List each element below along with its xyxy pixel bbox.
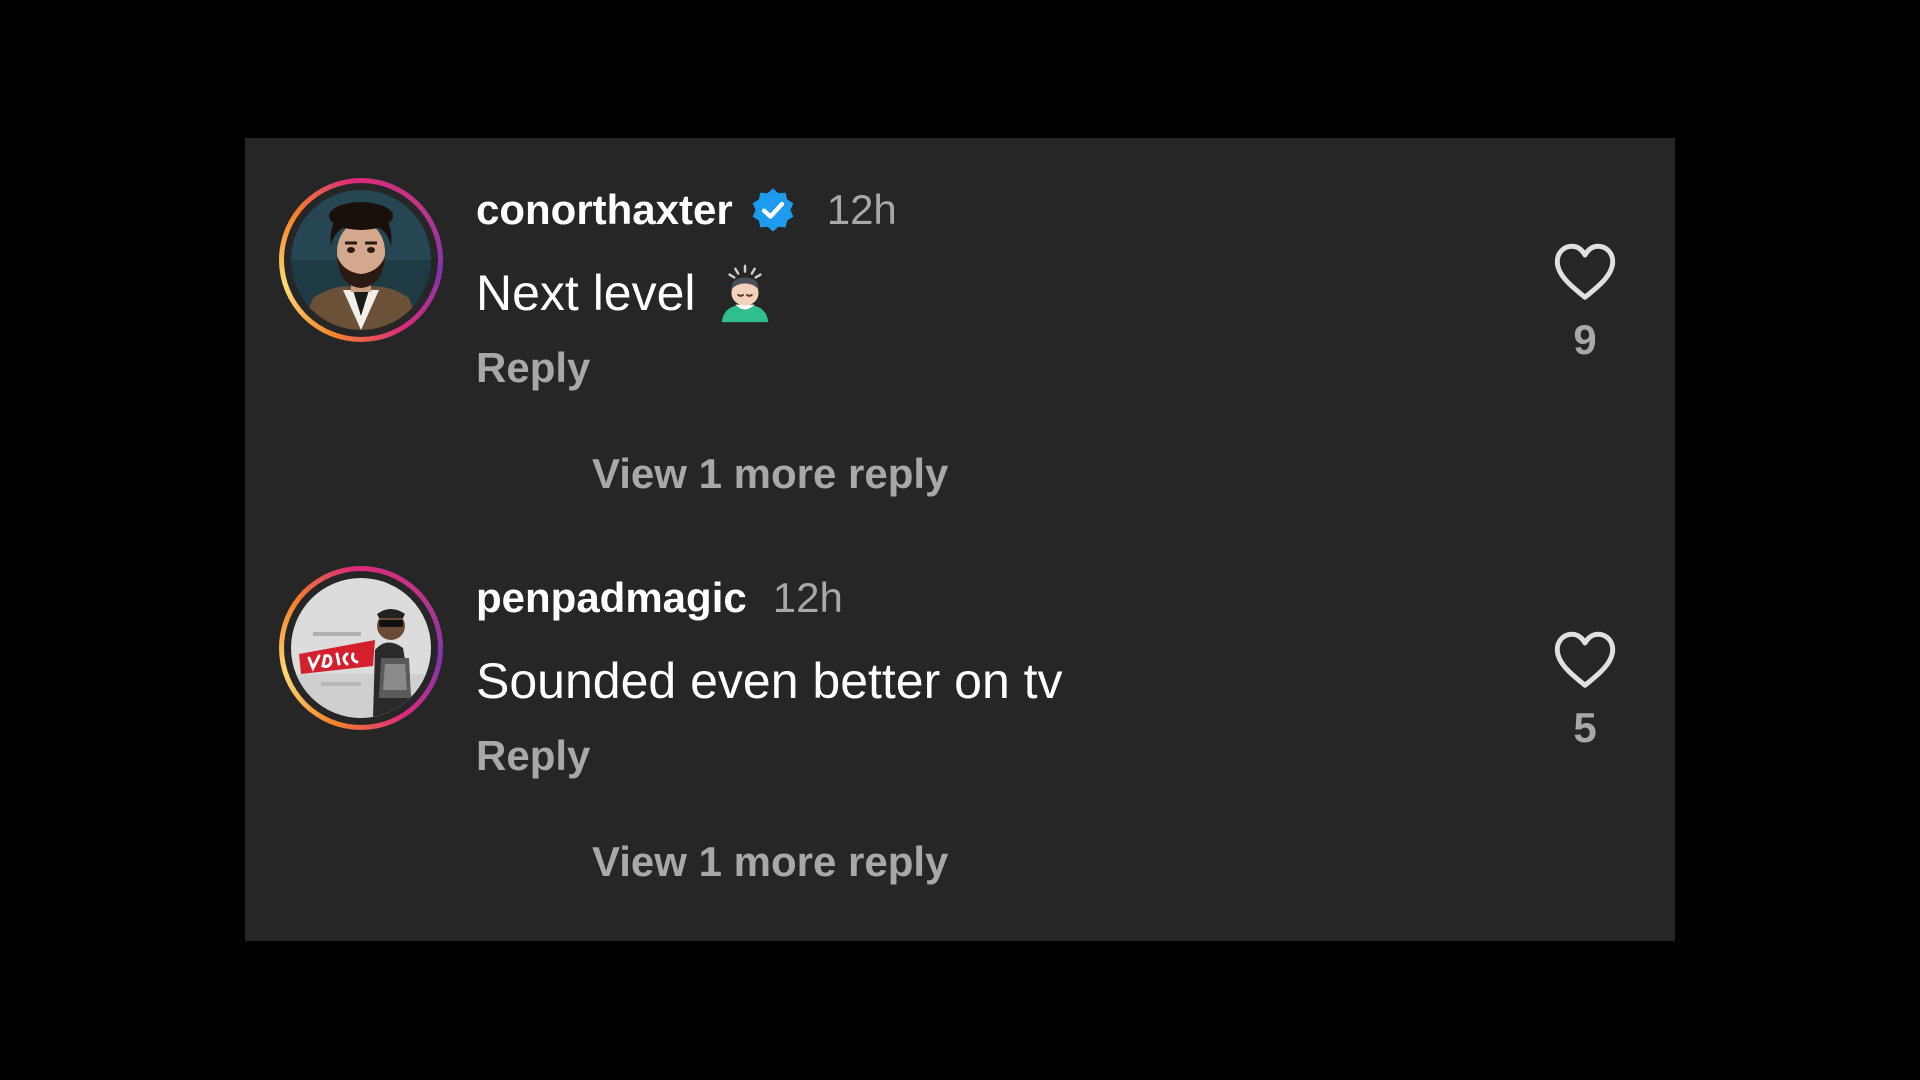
avatar-image xyxy=(291,190,431,330)
avatar[interactable] xyxy=(279,566,443,730)
like-count: 5 xyxy=(1573,704,1597,751)
comment-item: conorthaxter 12h Next level Reply View 1… xyxy=(245,138,1675,526)
person-bowing-emoji-icon xyxy=(714,262,776,324)
comment-body: Sounded even better on tv xyxy=(476,646,1063,716)
avatar-image xyxy=(291,578,431,718)
comment-time: 12h xyxy=(772,574,843,621)
heart-outline-icon[interactable] xyxy=(1550,238,1620,304)
reply-button[interactable]: Reply xyxy=(476,732,590,780)
view-more-replies-button[interactable]: View 1 more reply xyxy=(592,450,948,498)
comment-text: Next level xyxy=(476,265,696,321)
avatar[interactable] xyxy=(279,178,443,342)
comment-header: conorthaxter 12h xyxy=(476,182,897,238)
heart-outline-icon[interactable] xyxy=(1550,626,1620,692)
reply-button[interactable]: Reply xyxy=(476,344,590,392)
comment-header: penpadmagic 12h xyxy=(476,570,843,626)
comment-body: Next level xyxy=(476,258,776,328)
username[interactable]: penpadmagic xyxy=(476,574,747,622)
comments-panel: conorthaxter 12h Next level Reply View 1… xyxy=(245,138,1675,941)
comment-item: penpadmagic 12h Sounded even better on t… xyxy=(245,526,1675,914)
comment-text: Sounded even better on tv xyxy=(476,653,1063,709)
comment-time: 12h xyxy=(826,186,897,233)
verified-badge-icon xyxy=(749,186,797,234)
view-more-replies-button[interactable]: View 1 more reply xyxy=(592,838,948,886)
username[interactable]: conorthaxter xyxy=(476,186,733,234)
like-count: 9 xyxy=(1573,316,1597,363)
